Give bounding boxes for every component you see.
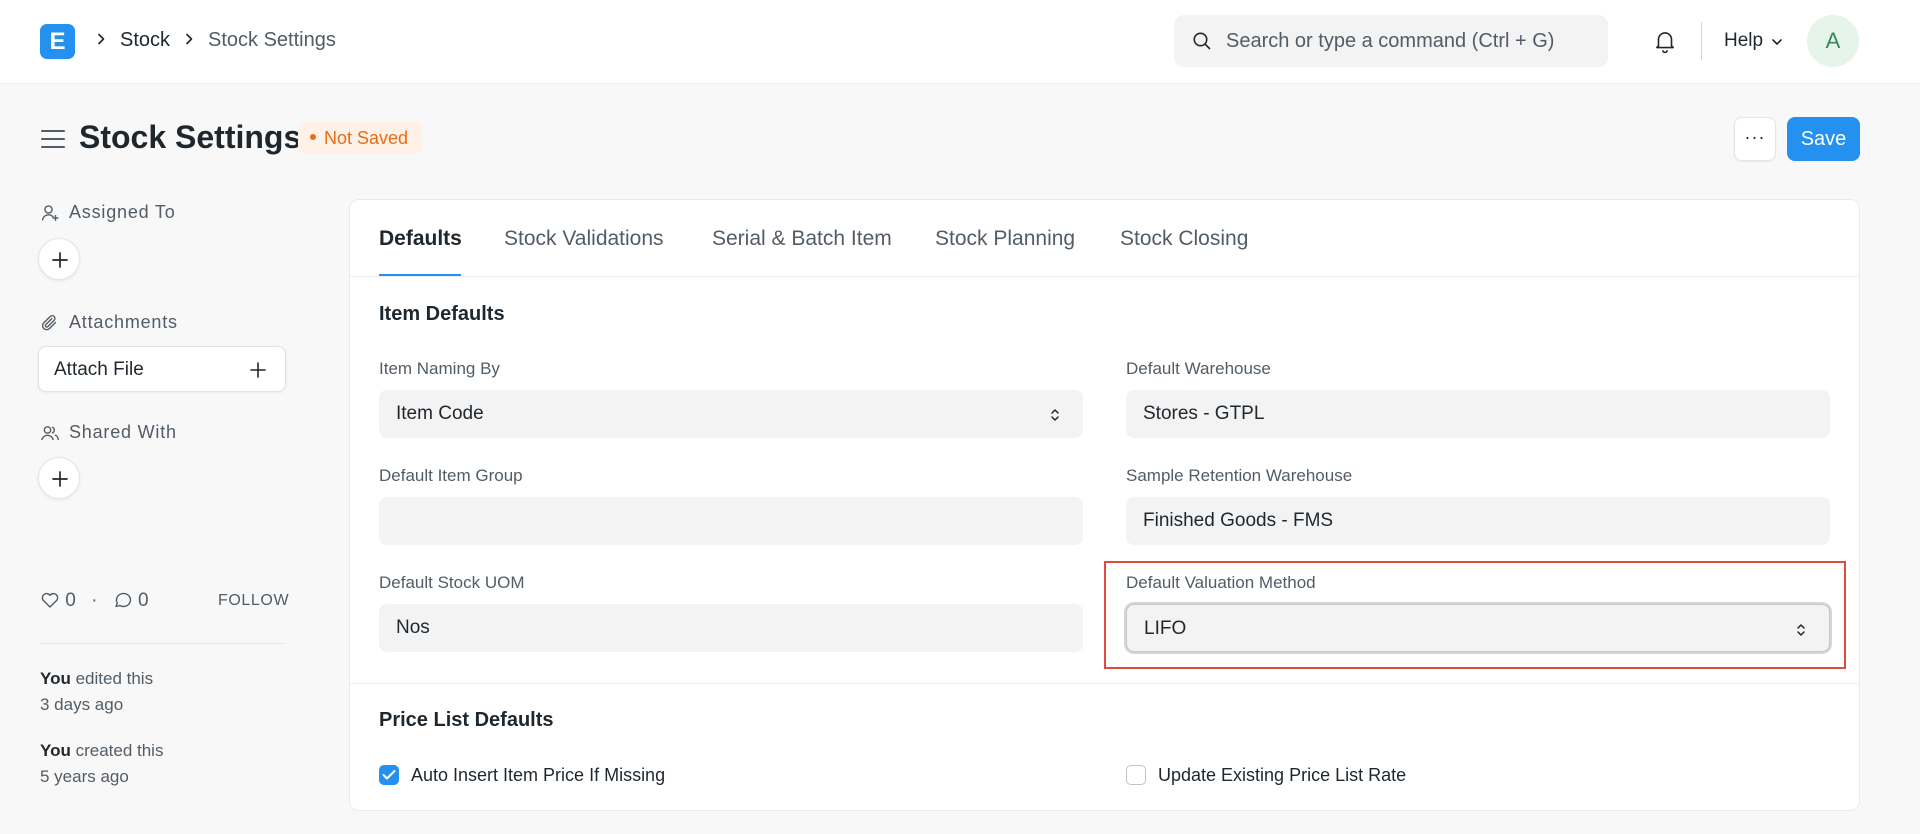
field-label: Item Naming By: [379, 359, 500, 378]
user-avatar[interactable]: A: [1807, 15, 1859, 67]
auto-insert-item-price-checkbox[interactable]: [379, 765, 399, 785]
navbar-divider: [1701, 22, 1702, 60]
add-assignee-button[interactable]: [38, 238, 80, 280]
save-button[interactable]: Save: [1787, 117, 1860, 161]
attachments-text: Attachments: [69, 312, 178, 332]
tab-stock-planning[interactable]: Stock Planning: [935, 226, 1075, 252]
highlight-box: [1104, 561, 1846, 669]
plus-icon: [250, 362, 266, 378]
chevron-right-icon: [182, 32, 196, 46]
active-tab-indicator: [379, 274, 461, 276]
tab-stock-validations[interactable]: Stock Validations: [504, 226, 664, 252]
navbar: E Stock Stock Settings Search or type a …: [0, 0, 1920, 84]
field-label: Default Stock UOM: [379, 573, 525, 592]
field-value: Nos: [396, 617, 430, 638]
activity-edited: You edited this 3 days ago: [40, 666, 153, 718]
help-menu[interactable]: Help: [1724, 30, 1763, 52]
field-value: Item Code: [396, 403, 484, 424]
search-icon: [1193, 32, 1211, 50]
activity-time: 3 days ago: [40, 695, 124, 714]
tab-stock-closing[interactable]: Stock Closing: [1120, 226, 1248, 252]
shared-with-text: Shared With: [69, 422, 177, 442]
search-bar[interactable]: Search or type a command (Ctrl + G): [1174, 15, 1608, 67]
field-label: Default Item Group: [379, 466, 523, 485]
sidebar-divider: [40, 643, 285, 644]
activity-user[interactable]: You: [40, 741, 71, 760]
user-add-icon: [41, 205, 59, 221]
activity-action: edited this: [70, 669, 154, 688]
attach-file-label: Attach File: [54, 359, 144, 380]
status-text: Not Saved: [324, 128, 409, 148]
tab-serial-batch-item[interactable]: Serial & Batch Item: [712, 226, 892, 252]
update-existing-price-list-rate-checkbox[interactable]: [1126, 765, 1146, 785]
activity-action: created this: [70, 741, 164, 760]
sample-retention-warehouse-field[interactable]: Finished Goods - FMS: [1126, 497, 1830, 545]
status-badge: Not Saved: [298, 122, 423, 154]
users-icon: [41, 426, 59, 441]
default-stock-uom-field[interactable]: Nos: [379, 604, 1083, 652]
chevron-right-icon: [94, 32, 108, 46]
checkbox-label: Auto Insert Item Price If Missing: [411, 765, 666, 785]
assigned-to-text: Assigned To: [69, 202, 176, 222]
activity-created: You created this 5 years ago: [40, 738, 163, 790]
activity-user[interactable]: You: [40, 669, 71, 688]
status-dot: [310, 134, 316, 141]
app-logo[interactable]: E: [40, 24, 75, 59]
separator-dot: ·: [91, 590, 98, 611]
follow-button[interactable]: FOLLOW: [218, 591, 289, 611]
section-title-item-defaults: Item Defaults: [379, 303, 505, 325]
notification-bell-icon[interactable]: [1652, 28, 1678, 59]
tab-defaults[interactable]: Defaults: [379, 226, 462, 252]
page-title: Stock Settings: [79, 119, 302, 155]
more-actions-button[interactable]: ···: [1734, 117, 1776, 161]
field-label: Sample Retention Warehouse: [1126, 466, 1353, 485]
likes-comments: 0 · 0: [40, 590, 149, 612]
field-value: Stores - GTPL: [1143, 403, 1265, 424]
checkmark-icon: [382, 770, 396, 780]
heart-icon[interactable]: [40, 590, 60, 610]
likes-count: 0: [65, 590, 76, 611]
default-warehouse-field[interactable]: Stores - GTPL: [1126, 390, 1830, 438]
search-placeholder: Search or type a command (Ctrl + G): [1226, 30, 1555, 52]
plus-icon: [52, 471, 68, 487]
section-title-price-list-defaults: Price List Defaults: [379, 709, 554, 731]
chevron-down-icon[interactable]: [1770, 35, 1784, 49]
activity-time: 5 years ago: [40, 767, 129, 786]
tab-bar: Defaults Stock Validations Serial & Batc…: [350, 200, 1859, 277]
sidebar-toggle-icon[interactable]: [40, 127, 66, 151]
form-card: Defaults Stock Validations Serial & Batc…: [349, 199, 1860, 811]
paperclip-icon: [41, 315, 57, 331]
checkbox-label: Update Existing Price List Rate: [1158, 765, 1407, 785]
field-value: Finished Goods - FMS: [1143, 510, 1334, 531]
default-item-group-field[interactable]: [379, 497, 1083, 545]
attach-file-button[interactable]: Attach File: [38, 346, 286, 392]
field-label: Default Warehouse: [1126, 359, 1271, 378]
item-naming-by-select[interactable]: Item Code: [379, 390, 1083, 438]
plus-icon: [52, 252, 68, 268]
comments-count: 0: [138, 590, 149, 611]
comment-icon[interactable]: [113, 590, 133, 610]
breadcrumb-stock-settings[interactable]: Stock Settings: [208, 28, 336, 52]
section-divider: [350, 683, 1859, 684]
select-arrows-icon: [1051, 409, 1059, 421]
share-button[interactable]: [38, 457, 80, 499]
breadcrumb-stock[interactable]: Stock: [120, 28, 170, 52]
